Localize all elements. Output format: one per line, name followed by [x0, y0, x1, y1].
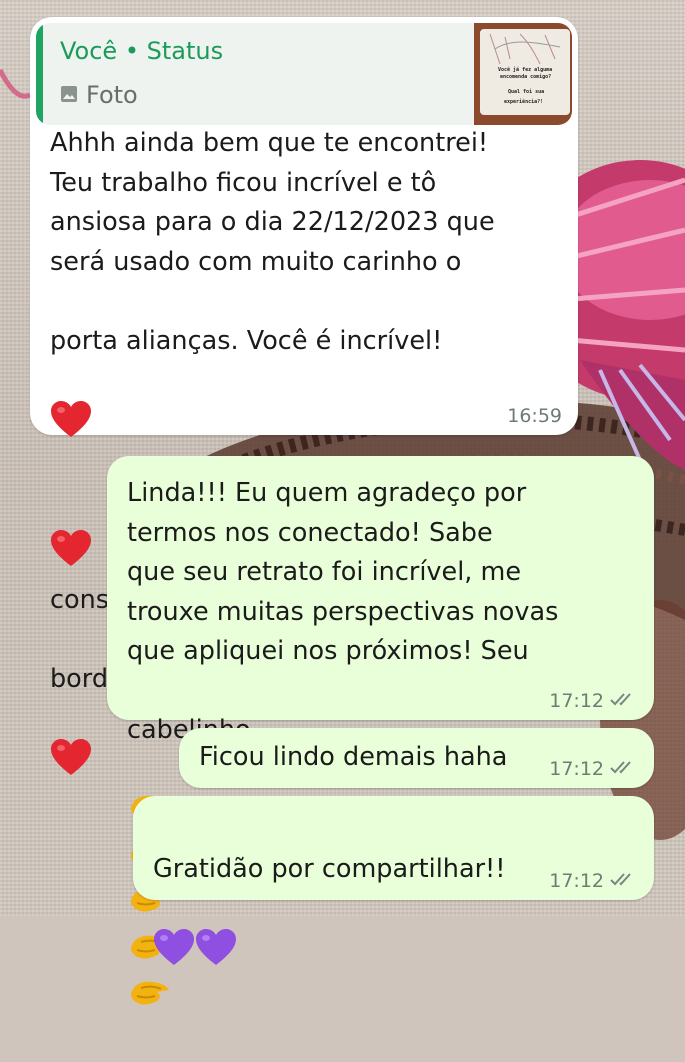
message-line: ansiosa para o dia 22/12/2023 que — [50, 203, 570, 243]
message-meta: 17:12 — [549, 690, 638, 712]
message-meta: 17:12 — [549, 870, 638, 892]
message-line-text: porta alianças. Você é incrível! — [50, 326, 442, 356]
message-meta: 16:59 — [507, 405, 562, 427]
purple-heart-icon — [153, 889, 195, 979]
message-line: Ahhh ainda bem que te encontrei! — [50, 124, 570, 164]
message-line: que apliquei nos próximos! Seu — [127, 632, 647, 672]
outgoing-message[interactable]: Gratidão por compartilhar!! 17:12 — [133, 796, 654, 900]
quoted-status-reply[interactable]: Você • Status Foto Você já fez alguma en… — [36, 23, 572, 125]
red-heart-icon — [50, 361, 92, 451]
message-time: 17:12 — [549, 758, 604, 780]
message-meta: 17:12 — [549, 758, 638, 780]
message-time: 17:12 — [549, 690, 604, 712]
quote-author: Você • Status — [60, 37, 223, 65]
pinched-fingers-icon — [127, 976, 171, 1023]
message-line: Linda!!! Eu quem agradeço por — [127, 474, 647, 514]
message-line: que seu retrato foi incrível, me — [127, 553, 647, 593]
message-line: Gratidão por compartilhar!! — [153, 810, 506, 979]
message-text: Ficou lindo demais haha — [199, 738, 507, 778]
outgoing-message[interactable]: Linda!!! Eu quem agradeço por termos nos… — [107, 456, 654, 720]
message-line: trouxe muitas perspectivas novas — [127, 593, 647, 633]
red-heart-icon — [50, 699, 92, 789]
quote-type-label: Foto — [86, 81, 138, 109]
quote-media-type: Foto — [60, 81, 138, 109]
status-thumbnail[interactable]: Você já fez alguma encomenda comigo? Qua… — [474, 23, 572, 125]
message-line: termos nos conectado! Sabe — [127, 514, 647, 554]
thumbnail-photo: Você já fez alguma encomenda comigo? Qua… — [480, 29, 570, 115]
thumb-text-3: Qual foi sua — [508, 89, 544, 95]
quote-accent-bar — [36, 23, 43, 125]
message-time: 16:59 — [507, 405, 562, 427]
outgoing-message[interactable]: Ficou lindo demais haha 17:12 — [179, 728, 654, 788]
red-heart-icon — [50, 491, 92, 581]
purple-heart-icon — [195, 889, 237, 979]
thumb-text-2: encomenda comigo? — [500, 74, 551, 80]
message-line: porta alianças. Você é incrível! — [50, 282, 570, 451]
incoming-message[interactable]: Você • Status Foto Você já fez alguma en… — [30, 17, 578, 435]
message-line: será usado com muito carinho o — [50, 243, 570, 283]
message-line: Teu trabalho ficou incrível e tô — [50, 164, 570, 204]
message-text: Gratidão por compartilhar!! — [153, 854, 506, 884]
photo-icon — [60, 81, 78, 109]
double-check-icon — [610, 758, 638, 780]
thumb-text-4: experiência?! — [504, 99, 543, 105]
double-check-icon — [610, 690, 638, 712]
thumb-text-1: Você já fez alguma — [498, 67, 552, 73]
message-time: 17:12 — [549, 870, 604, 892]
double-check-icon — [610, 870, 638, 892]
